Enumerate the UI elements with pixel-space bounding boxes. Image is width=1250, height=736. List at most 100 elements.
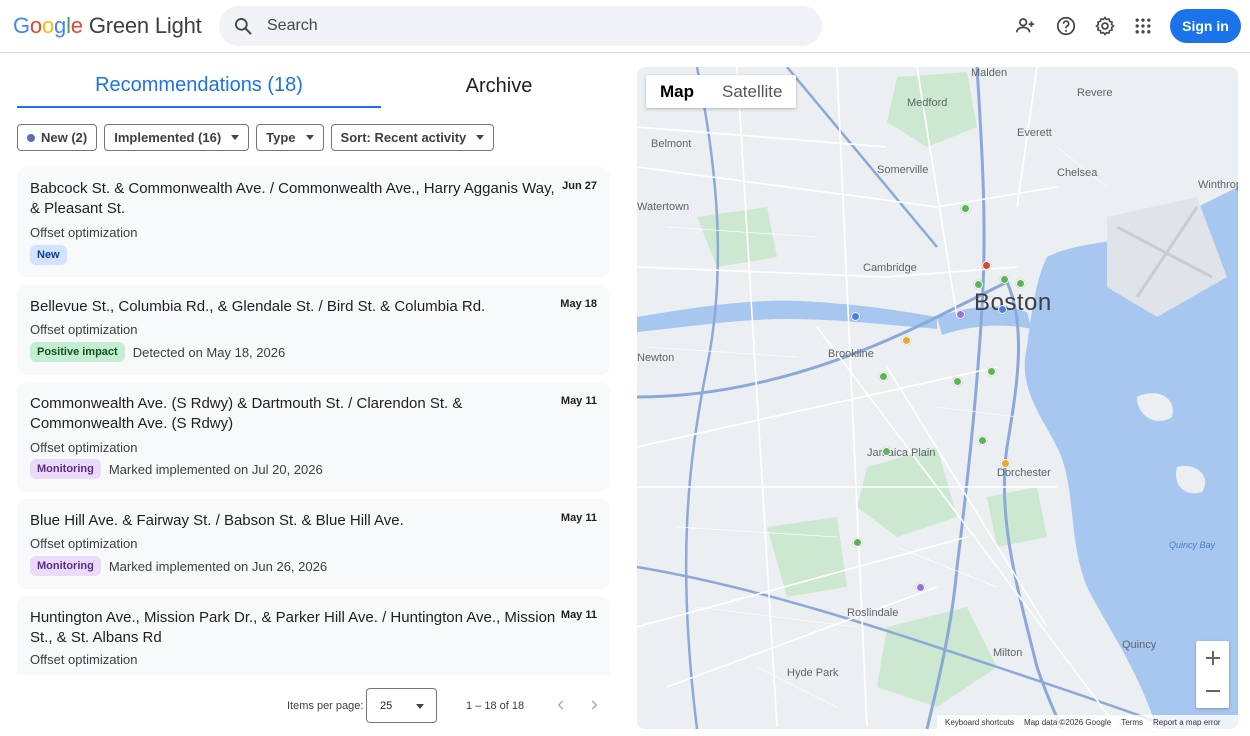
map-place-label: Brookline <box>828 348 874 360</box>
zoom-out-button[interactable] <box>1196 674 1229 707</box>
app-header: Google Green Light Sign in <box>0 0 1250 53</box>
search-bar[interactable] <box>219 6 822 46</box>
map-marker[interactable] <box>961 204 970 213</box>
status-badge: Monitoring <box>30 556 101 576</box>
map-place-label: Revere <box>1077 87 1113 99</box>
map-marker[interactable] <box>978 436 987 445</box>
plus-icon <box>1205 650 1220 665</box>
items-per-page-value: 25 <box>380 699 393 712</box>
recommendation-card[interactable]: Huntington Ave., Mission Park Dr., & Par… <box>17 596 610 675</box>
status-row: New <box>30 245 67 265</box>
help-icon[interactable] <box>1053 13 1079 39</box>
caret-down-icon <box>305 135 314 140</box>
page-range: 1 – 18 of 18 <box>466 700 525 712</box>
recommendation-date: May 11 <box>560 512 597 524</box>
status-note: Marked implemented on Jul 20, 2026 <box>108 461 323 477</box>
status-badge: Positive impact <box>30 342 125 362</box>
tab-bar: Recommendations (18) Archive <box>17 64 617 108</box>
filter-new-chip[interactable]: New (2) <box>17 124 98 151</box>
keyboard-shortcuts-link[interactable]: Keyboard shortcuts <box>945 718 1014 727</box>
recommendation-type: Offset optimization <box>30 225 138 240</box>
chevron-left-icon <box>557 700 564 710</box>
status-badge: Monitoring <box>30 459 101 479</box>
recommendation-type: Offset optimization <box>30 440 138 455</box>
filter-implemented-label: Implemented (16) <box>114 130 222 145</box>
map-place-label: Dorchester <box>997 467 1051 479</box>
map-place-label: Malden <box>971 67 1008 79</box>
recommendation-title: Commonwealth Ave. (S Rdwy) & Dartmouth S… <box>30 395 463 432</box>
map-marker[interactable] <box>982 261 991 270</box>
recommendation-date: May 18 <box>560 298 597 310</box>
caret-down-icon <box>416 704 424 709</box>
sort-dropdown[interactable]: Sort: Recent activity <box>330 124 495 151</box>
map-marker[interactable] <box>1016 279 1025 288</box>
map-marker[interactable] <box>902 336 911 345</box>
map-marker[interactable] <box>998 305 1007 314</box>
map-place-label: Everett <box>1017 127 1052 139</box>
map-marker[interactable] <box>1000 275 1009 284</box>
map-place-label: Cambridge <box>863 262 917 274</box>
map-type-satellite-button[interactable]: Satellite <box>708 75 796 108</box>
map-marker[interactable] <box>987 367 996 376</box>
new-dot-icon <box>27 133 35 142</box>
map-place-label: Chelsea <box>1057 167 1098 179</box>
map-marker[interactable] <box>974 280 983 289</box>
map-attribution: Map data ©2026 Google <box>1023 717 1112 727</box>
zoom-controls <box>1196 641 1229 708</box>
status-row: Monitoring Marked implemented on Jul 20,… <box>30 459 323 479</box>
map-marker[interactable] <box>956 310 965 319</box>
zoom-in-button[interactable] <box>1196 641 1229 674</box>
recommendation-list: Babcock St. & Commonwealth Ave. / Common… <box>17 167 611 675</box>
filter-type-dropdown[interactable]: Type <box>256 124 324 151</box>
map-place-label: Newton <box>637 352 675 364</box>
recommendation-date: Jun 27 <box>562 180 597 192</box>
recommendation-card[interactable]: Bellevue St., Columbia Rd., & Glendale S… <box>17 285 610 375</box>
map-marker[interactable] <box>851 312 860 321</box>
items-per-page-select[interactable]: 25 <box>366 688 437 723</box>
map-marker[interactable] <box>916 583 925 592</box>
report-map-error-link[interactable]: Report a map error <box>1153 718 1221 727</box>
recommendation-title: Bellevue St., Columbia Rd., & Glendale S… <box>30 298 486 315</box>
logo-letter: o <box>29 13 42 38</box>
recommendation-type: Offset optimization <box>30 322 138 337</box>
recommendation-title: Babcock St. & Commonwealth Ave. / Common… <box>30 180 555 217</box>
status-note: Marked implemented on Jun 26, 2026 <box>108 558 328 574</box>
map-place-label: Quincy <box>1122 639 1157 651</box>
status-note: Detected on May 18, 2026 <box>132 344 286 360</box>
status-row: Positive impact Detected on May 18, 2026 <box>30 342 285 362</box>
add-person-icon[interactable] <box>1012 13 1038 39</box>
map-marker[interactable] <box>879 372 888 381</box>
settings-icon[interactable] <box>1092 13 1118 39</box>
google-wordmark: Google <box>13 13 83 39</box>
logo-letter: o <box>41 13 55 38</box>
map-marker[interactable] <box>882 447 891 456</box>
recommendation-card[interactable]: Babcock St. & Commonwealth Ave. / Common… <box>17 167 610 277</box>
terms-link[interactable]: Terms <box>1121 718 1143 727</box>
map-type-map-button[interactable]: Map <box>646 75 708 108</box>
map-marker[interactable] <box>1001 459 1010 468</box>
map-place-label: Hyde Park <box>787 667 839 679</box>
recommendation-card[interactable]: Commonwealth Ave. (S Rdwy) & Dartmouth S… <box>17 382 610 492</box>
filter-implemented-dropdown[interactable]: Implemented (16) <box>104 124 250 151</box>
caret-down-icon <box>476 135 485 140</box>
map-marker[interactable] <box>953 377 962 386</box>
map-marker[interactable] <box>853 538 862 547</box>
minus-icon <box>1205 689 1220 692</box>
logo-letter: g <box>54 13 67 38</box>
recommendation-card[interactable]: Blue Hill Ave. & Fairway St. / Babson St… <box>17 499 610 589</box>
previous-page-button[interactable] <box>549 693 573 717</box>
map-place-label: Milton <box>993 647 1023 659</box>
map-canvas[interactable] <box>637 67 1238 729</box>
sign-in-button[interactable]: Sign in <box>1170 9 1241 43</box>
apps-icon[interactable] <box>1130 13 1156 39</box>
tab-archive[interactable]: Archive <box>317 64 681 108</box>
map-view[interactable]: Malden Revere Medford Everett Chelsea Be… <box>637 67 1238 729</box>
caret-down-icon <box>231 135 240 140</box>
search-input[interactable] <box>267 17 787 35</box>
logo-letter: G <box>13 13 30 38</box>
search-icon[interactable] <box>219 6 267 46</box>
recommendation-title: Blue Hill Ave. & Fairway St. / Babson St… <box>30 512 404 529</box>
next-page-button[interactable] <box>582 693 606 717</box>
filter-type-label: Type <box>266 130 296 145</box>
app-logo[interactable]: Google Green Light <box>13 13 202 41</box>
